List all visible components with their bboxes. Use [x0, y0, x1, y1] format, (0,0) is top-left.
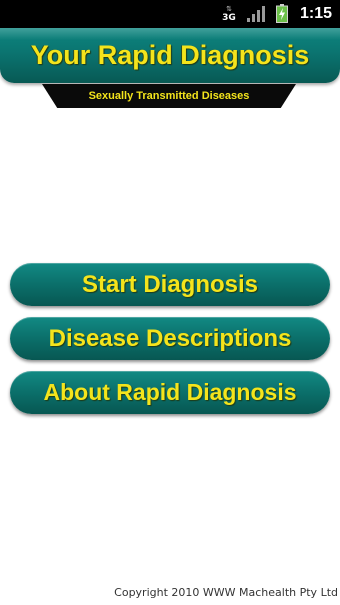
network-indicator: ⇅ 3G	[221, 5, 237, 23]
about-rapid-diagnosis-label: About Rapid Diagnosis	[43, 379, 297, 405]
signal-bars-icon	[247, 6, 265, 22]
start-diagnosis-button[interactable]: Start Diagnosis	[10, 263, 330, 306]
subtitle-ribbon: Sexually Transmitted Diseases	[42, 84, 296, 108]
app-title: Your Rapid Diagnosis	[30, 40, 310, 70]
start-diagnosis-label: Start Diagnosis	[81, 271, 259, 298]
copyright-footer: Copyright 2010 WWW Machealth Pty Ltd	[114, 586, 338, 599]
disease-descriptions-label: Disease Descriptions	[48, 325, 292, 352]
network-type-label: 3G	[222, 13, 236, 23]
app-subtitle: Sexually Transmitted Diseases	[88, 90, 250, 102]
about-rapid-diagnosis-button[interactable]: About Rapid Diagnosis	[10, 371, 330, 414]
status-bar: ⇅ 3G 1:15	[0, 0, 340, 28]
status-clock: 1:15	[300, 5, 333, 22]
data-activity-icon: ⇅	[226, 5, 232, 13]
header-banner: Your Rapid Diagnosis	[0, 28, 340, 83]
battery-charging-icon	[276, 4, 288, 23]
disease-descriptions-button[interactable]: Disease Descriptions	[10, 317, 330, 360]
